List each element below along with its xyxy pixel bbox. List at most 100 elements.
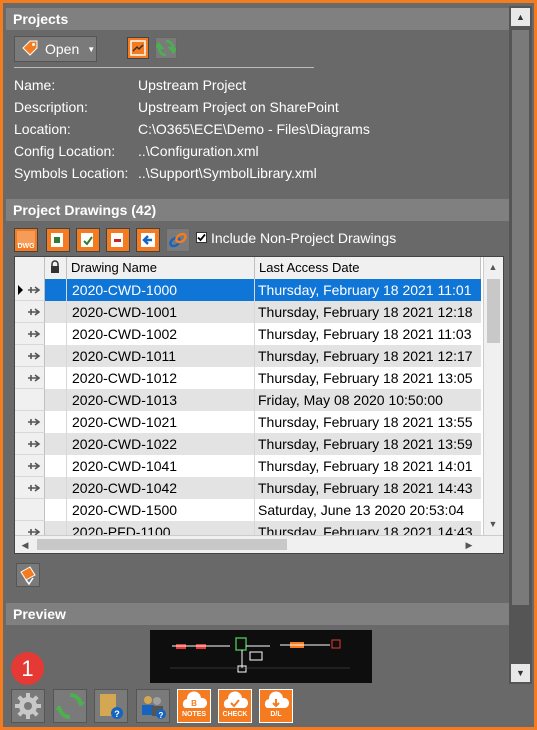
last-access-date-column-header[interactable]: Last Access Date: [255, 257, 481, 279]
drawing-name-cell[interactable]: 2020-CWD-1011: [67, 345, 255, 367]
dwg-button[interactable]: DWG: [14, 228, 38, 252]
notes-button[interactable]: B NOTES: [177, 689, 211, 723]
table-row[interactable]: 2020-CWD-1022 Thursday, February 18 2021 …: [15, 433, 481, 455]
project-settings-button[interactable]: [127, 37, 149, 59]
svg-text:B: B: [191, 699, 197, 708]
open-drawing-button[interactable]: [16, 563, 40, 587]
copy-sheet-icon: [81, 233, 93, 247]
row-selector[interactable]: [15, 301, 45, 323]
export-icon: [141, 233, 155, 247]
scroll-down-arrow-icon[interactable]: ▼: [484, 515, 502, 533]
panel-scroll-up-icon[interactable]: ▲: [511, 8, 530, 26]
lock-cell: [45, 499, 67, 521]
settings-button[interactable]: [11, 689, 45, 723]
last-access-date-cell[interactable]: Friday, May 08 2020 10:50:00: [255, 389, 481, 411]
scroll-left-arrow-icon[interactable]: ◀: [16, 536, 34, 553]
drawing-name-cell[interactable]: 2020-CWD-1500: [67, 499, 255, 521]
grid-vertical-scroll-thumb[interactable]: [487, 279, 500, 343]
panel-scroll-down-icon[interactable]: ▼: [511, 664, 530, 682]
project-panel: Projects Open ▼ Name: Upstream Project D…: [3, 3, 534, 727]
drawing-name-cell[interactable]: 2020-CWD-1042: [67, 477, 255, 499]
drawing-name-cell[interactable]: 2020-CWD-1002: [67, 323, 255, 345]
last-access-date-cell[interactable]: Thursday, February 18 2021 14:01: [255, 455, 481, 477]
help-document-button[interactable]: ?: [94, 689, 128, 723]
last-access-date-cell[interactable]: Saturday, June 13 2020 20:53:04: [255, 499, 481, 521]
insert-sheet-button[interactable]: [46, 228, 70, 252]
table-row[interactable]: 2020-CWD-1002 Thursday, February 18 2021 …: [15, 323, 481, 345]
table-row[interactable]: 2020-CWD-1012 Thursday, February 18 2021 …: [15, 367, 481, 389]
table-row[interactable]: 2020-CWD-1021 Thursday, February 18 2021 …: [15, 411, 481, 433]
drawing-name-cell[interactable]: 2020-CWD-1013: [67, 389, 255, 411]
table-row[interactable]: 2020-CWD-1000 Thursday, February 18 2021 …: [15, 279, 481, 301]
drawing-preview-image: [150, 630, 372, 683]
row-selector[interactable]: [15, 411, 45, 433]
last-access-date-cell[interactable]: Thursday, February 18 2021 13:59: [255, 433, 481, 455]
grid-horizontal-scrollbar[interactable]: ◀ ▶: [15, 535, 503, 553]
last-access-date-cell[interactable]: Thursday, February 18 2021 11:03: [255, 323, 481, 345]
drawing-name-column-header[interactable]: Drawing Name: [67, 257, 255, 279]
drawing-name-cell[interactable]: 2020-CWD-1012: [67, 367, 255, 389]
user-help-button[interactable]: ?: [136, 689, 170, 723]
row-selector[interactable]: [15, 345, 45, 367]
lock-column-header[interactable]: [45, 257, 67, 279]
table-row[interactable]: 2020-CWD-1500 Saturday, June 13 2020 20:5…: [15, 499, 481, 521]
last-access-date-cell[interactable]: Thursday, February 18 2021 12:18: [255, 301, 481, 323]
drawing-name-cell[interactable]: 2020-CWD-1022: [67, 433, 255, 455]
row-selector[interactable]: [15, 279, 45, 301]
download-button[interactable]: D/L: [259, 689, 293, 723]
sync-project-button[interactable]: [154, 37, 178, 59]
refresh-button[interactable]: [53, 689, 87, 723]
preview-diagram-icon: [170, 637, 350, 673]
row-selector[interactable]: [15, 455, 45, 477]
symbols-location-label: Symbols Location:: [14, 165, 129, 181]
copy-sheet-button[interactable]: [76, 228, 100, 252]
drawing-name-cell[interactable]: 2020-CWD-1001: [67, 301, 255, 323]
row-selector[interactable]: [15, 323, 45, 345]
download-label: D/L: [270, 711, 282, 718]
table-row[interactable]: 2020-CWD-1011 Thursday, February 18 2021 …: [15, 345, 481, 367]
name-label: Name:: [14, 77, 56, 93]
grid-vertical-scrollbar[interactable]: ▲ ▼: [483, 257, 503, 535]
last-access-date-cell[interactable]: Thursday, February 18 2021 13:05: [255, 367, 481, 389]
drawing-name-cell[interactable]: 2020-CWD-1021: [67, 411, 255, 433]
last-access-date-cell[interactable]: Thursday, February 18 2021 12:17: [255, 345, 481, 367]
row-selector[interactable]: [15, 389, 45, 411]
panel-scroll-thumb[interactable]: [512, 30, 529, 605]
table-row[interactable]: 2020-CWD-1001 Thursday, February 18 2021 …: [15, 301, 481, 323]
export-button[interactable]: [136, 228, 160, 252]
table-row[interactable]: 2020-CWD-1041 Thursday, February 18 2021 …: [15, 455, 481, 477]
row-selector[interactable]: [15, 499, 45, 521]
row-selector[interactable]: [15, 367, 45, 389]
include-non-project-label[interactable]: Include Non-Project Drawings: [211, 230, 396, 246]
chevron-down-icon: ▼: [87, 44, 96, 54]
refresh-icon: [55, 693, 85, 719]
preview-header: Preview: [6, 603, 511, 625]
last-access-date-cell[interactable]: Thursday, February 18 2021 14:43: [255, 477, 481, 499]
lock-cell: [45, 389, 67, 411]
tag-icon: [22, 40, 38, 56]
table-row[interactable]: 2020-CWD-1042 Thursday, February 18 2021 …: [15, 477, 481, 499]
remove-sheet-button[interactable]: [106, 228, 130, 252]
drawing-name-cell[interactable]: 2020-CWD-1000: [67, 279, 255, 301]
panel-vertical-scrollbar[interactable]: ▲ ▼: [509, 6, 532, 684]
drawing-name-cell[interactable]: 2020-CWD-1041: [67, 455, 255, 477]
row-selector[interactable]: [15, 433, 45, 455]
scroll-up-arrow-icon[interactable]: ▲: [484, 258, 502, 276]
last-access-date-cell[interactable]: Thursday, February 18 2021 11:01: [255, 279, 481, 301]
lock-cell: [45, 433, 67, 455]
users-help-icon: ?: [142, 696, 166, 720]
table-row[interactable]: 2020-CWD-1013 Friday, May 08 2020 10:50:0…: [15, 389, 481, 411]
open-button[interactable]: Open ▼: [14, 36, 97, 62]
scroll-right-arrow-icon[interactable]: ▶: [460, 536, 478, 553]
lock-icon: [51, 260, 59, 273]
location-label: Location:: [14, 121, 71, 137]
sync-icon: [154, 39, 178, 57]
checked-out-arrow-icon: [28, 286, 41, 294]
row-header-corner: [15, 257, 45, 279]
grid-horizontal-scroll-thumb[interactable]: [37, 539, 287, 550]
check-button[interactable]: CHECK: [218, 689, 252, 723]
last-access-date-cell[interactable]: Thursday, February 18 2021 13:55: [255, 411, 481, 433]
link-button[interactable]: [166, 228, 190, 252]
include-non-project-checkbox[interactable]: [196, 232, 207, 243]
row-selector[interactable]: [15, 477, 45, 499]
